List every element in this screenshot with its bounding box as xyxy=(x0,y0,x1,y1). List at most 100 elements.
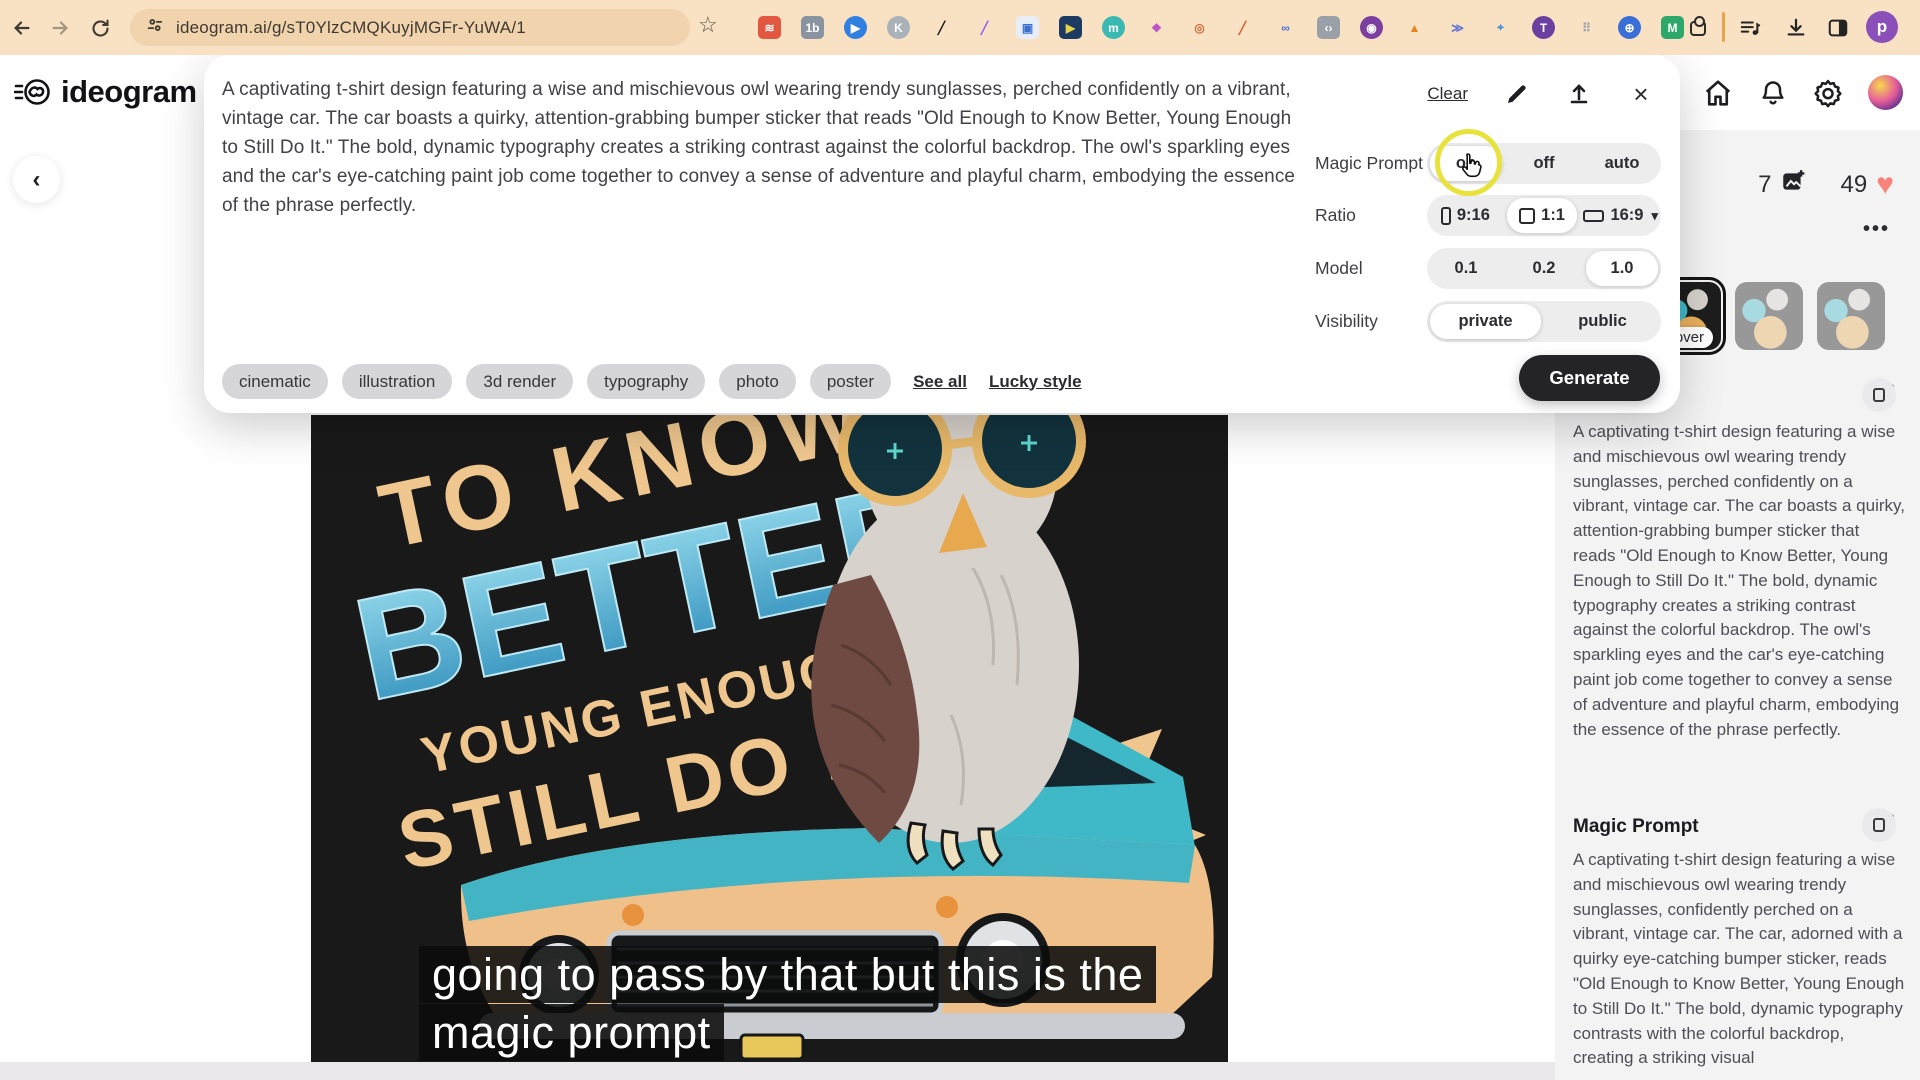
extension-icon[interactable]: ≋ xyxy=(758,16,781,39)
browser-toolbar: ideogram.ai/g/sT0YlzCMQKuyjMGFr-YuWA/1 ☆… xyxy=(0,0,1920,55)
page-bottom-strip xyxy=(0,1062,1555,1080)
thumbnail-strip: Cover xyxy=(1659,282,1885,350)
extension-icon[interactable]: ◎ xyxy=(1188,16,1211,39)
sidebar-magic-prompt-text: A captivating t-shirt design featuring a… xyxy=(1573,848,1907,1080)
extension-icon[interactable]: ∞ xyxy=(1274,16,1297,39)
address-bar[interactable]: ideogram.ai/g/sT0YlzCMQKuyjMGFr-YuWA/1 xyxy=(130,9,690,46)
browser-reload-icon[interactable] xyxy=(86,14,114,42)
visibility-segmented-control: private public xyxy=(1427,301,1661,342)
extension-icon[interactable]: ▲ xyxy=(1403,16,1426,39)
copy-magic-prompt-button[interactable] xyxy=(1862,808,1896,842)
magic-prompt-heading: Magic Prompt xyxy=(1573,816,1699,838)
notifications-bell-icon[interactable] xyxy=(1755,75,1791,111)
extension-icon[interactable]: ❖ xyxy=(1145,16,1168,39)
style-tag[interactable]: cinematic xyxy=(222,364,328,399)
dialog-actions: Clear × xyxy=(1427,81,1654,107)
user-avatar[interactable] xyxy=(1868,75,1903,110)
more-options-button[interactable]: ••• xyxy=(1863,218,1890,241)
extension-icon[interactable]: m xyxy=(1102,16,1125,39)
browser-profile-avatar[interactable]: p xyxy=(1866,11,1898,43)
magic-prompt-option-off[interactable]: off xyxy=(1508,146,1580,181)
model-segmented-control: 0.1 0.2 1.0 xyxy=(1427,248,1661,289)
visibility-label: Visibility xyxy=(1315,311,1378,332)
prompt-editor-dialog: A captivating t-shirt design featuring a… xyxy=(204,55,1680,413)
portrait-ratio-icon xyxy=(1441,207,1451,225)
magic-prompt-option-auto[interactable]: auto xyxy=(1586,146,1658,181)
ratio-label: Ratio xyxy=(1315,205,1356,226)
ratio-option-1-1[interactable]: 1:1 xyxy=(1507,198,1578,233)
visibility-option-private[interactable]: private xyxy=(1430,304,1541,339)
thumbnail-3[interactable] xyxy=(1817,282,1885,350)
lucky-style-link[interactable]: Lucky style xyxy=(989,372,1082,392)
extensions-puzzle-icon[interactable] xyxy=(1690,21,1706,36)
edit-pencil-icon[interactable] xyxy=(1504,81,1530,107)
extension-icon[interactable]: ⊕ xyxy=(1618,16,1641,39)
playlist-icon[interactable] xyxy=(1736,14,1764,42)
upload-icon[interactable] xyxy=(1566,81,1592,107)
style-tag[interactable]: 3d render xyxy=(466,364,573,399)
extension-icon[interactable]: ▣ xyxy=(1016,16,1039,39)
sidebar-prompt-text: A captivating t-shirt design featuring a… xyxy=(1573,420,1905,742)
browser-back-icon[interactable] xyxy=(8,14,36,42)
home-icon[interactable] xyxy=(1700,75,1736,111)
model-label: Model xyxy=(1315,258,1363,279)
clear-button[interactable]: Clear xyxy=(1427,84,1468,104)
ratio-option-9-16[interactable]: 9:16 xyxy=(1430,198,1501,233)
subtitle-line-2: magic prompt xyxy=(419,1004,724,1061)
url-text[interactable]: ideogram.ai/g/sT0YlzCMQKuyjMGFr-YuWA/1 xyxy=(176,18,526,38)
app-root: ideogram.ai/g/sT0YlzCMQKuyjMGFr-YuWA/1 ☆… xyxy=(0,0,1920,1080)
toolbar-divider xyxy=(1722,12,1725,42)
extension-icon[interactable]: ‹› xyxy=(1317,16,1340,39)
ratio-option-16-9[interactable]: 16:9 ▾ xyxy=(1583,198,1658,233)
generate-button[interactable]: Generate xyxy=(1519,355,1660,401)
extension-icon[interactable]: ▶ xyxy=(1059,16,1082,39)
model-option-1-0[interactable]: 1.0 xyxy=(1586,251,1658,286)
settings-gear-icon[interactable] xyxy=(1810,75,1846,111)
landscape-ratio-icon xyxy=(1583,210,1604,222)
browser-forward-icon[interactable] xyxy=(46,14,74,42)
extension-icon[interactable]: ◉ xyxy=(1360,16,1383,39)
extension-icon[interactable]: M xyxy=(1661,16,1684,39)
brain-logo-icon xyxy=(14,73,52,111)
heart-icon[interactable]: ♥ xyxy=(1876,175,1894,195)
generation-counts: 7 49 ♥ xyxy=(1758,168,1894,201)
extension-icon[interactable]: ▶ xyxy=(844,16,867,39)
extension-icon[interactable]: ╱ xyxy=(973,16,996,39)
extension-icon[interactable]: ⠿ xyxy=(1575,16,1598,39)
style-tag[interactable]: poster xyxy=(810,364,891,399)
back-button[interactable]: ‹ xyxy=(13,156,60,203)
extension-icon[interactable]: ╱ xyxy=(1231,16,1254,39)
magic-prompt-option-on[interactable]: on xyxy=(1430,146,1502,181)
style-tag[interactable]: illustration xyxy=(342,364,453,399)
extension-icon[interactable]: K xyxy=(887,16,910,39)
ratio-segmented-control: 9:16 1:1 16:9 ▾ xyxy=(1427,195,1661,236)
prompt-textarea[interactable]: A captivating t-shirt design featuring a… xyxy=(222,75,1297,220)
close-icon[interactable]: × xyxy=(1628,81,1654,107)
see-all-link[interactable]: See all xyxy=(913,372,967,392)
thumbnail-2[interactable] xyxy=(1735,282,1803,350)
model-option-0-2[interactable]: 0.2 xyxy=(1508,251,1580,286)
visibility-option-public[interactable]: public xyxy=(1547,304,1658,339)
site-info-icon[interactable] xyxy=(146,16,164,39)
ratio-dropdown-caret[interactable]: ▾ xyxy=(1651,198,1658,233)
sidebar-toggle-icon[interactable] xyxy=(1824,14,1852,42)
extension-icon[interactable]: ≫ xyxy=(1446,16,1469,39)
brand-name: ideogram xyxy=(61,74,197,110)
extension-icon[interactable]: T xyxy=(1532,16,1555,39)
style-tag[interactable]: typography xyxy=(587,364,705,399)
extension-icon[interactable]: ⌖ xyxy=(1489,16,1512,39)
subtitle-line-1: going to pass by that but this is the xyxy=(419,946,1156,1003)
image-plus-icon xyxy=(1780,168,1806,201)
style-tag[interactable]: photo xyxy=(719,364,796,399)
extension-icon[interactable]: ╱ xyxy=(930,16,953,39)
extensions-row: ≋ 1b ▶ K ╱ ╱ ▣ ▶ m ❖ ◎ ╱ ∞ ‹› ◉ ▲ ≫ ⌖ T ⠿ ⊕ M xyxy=(758,16,1684,39)
style-tags-row: cinematic illustration 3d render typography… xyxy=(222,364,1082,399)
bookmark-star-icon[interactable]: ☆ xyxy=(698,12,718,38)
download-icon[interactable] xyxy=(1782,14,1810,42)
copy-icon xyxy=(1873,818,1885,832)
ideogram-logo[interactable]: ideogram xyxy=(14,73,197,111)
model-option-0-1[interactable]: 0.1 xyxy=(1430,251,1502,286)
extension-icon[interactable]: 1b xyxy=(801,16,824,39)
copy-prompt-button[interactable] xyxy=(1862,378,1896,412)
magic-prompt-segmented-control: on off auto xyxy=(1427,143,1661,184)
